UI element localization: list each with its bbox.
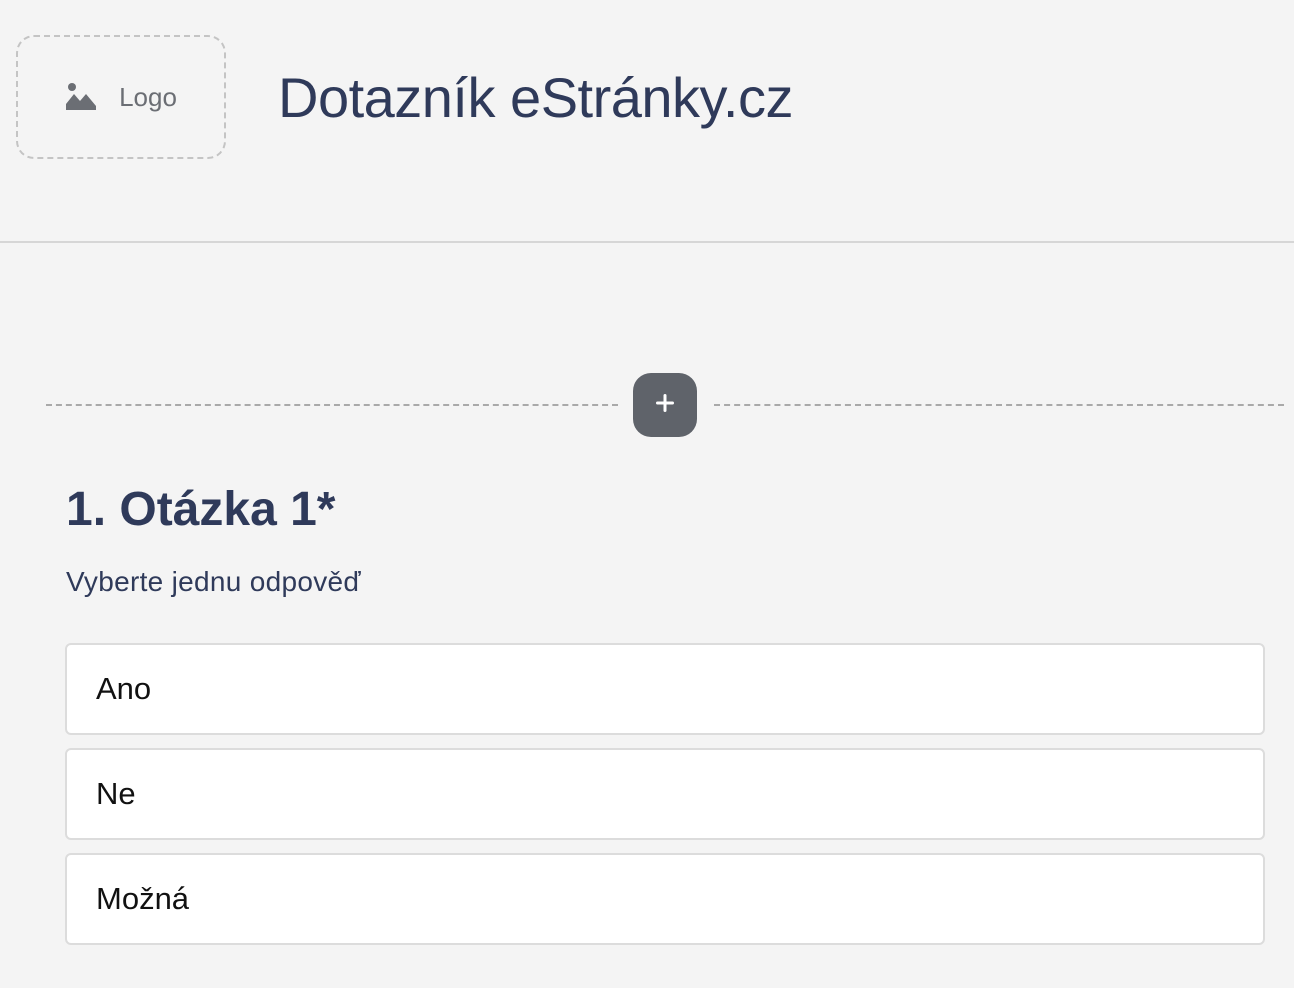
logo-placeholder[interactable]: Logo (16, 35, 226, 159)
add-block-button[interactable] (633, 373, 697, 437)
answer-options: Ano Ne Možná (65, 643, 1265, 958)
answer-option-label: Možná (96, 881, 190, 916)
answer-option[interactable]: Možná (65, 853, 1265, 945)
divider-dashed-left (46, 404, 618, 406)
answer-option[interactable]: Ne (65, 748, 1265, 840)
answer-option[interactable]: Ano (65, 643, 1265, 735)
question-hint: Vyberte jednu odpověď (66, 566, 361, 597)
page-title[interactable]: Dotazník eStránky.cz (278, 64, 793, 132)
add-block-row (46, 372, 1284, 438)
page-header: Logo Dotazník eStránky.cz (0, 0, 1294, 242)
image-icon (65, 82, 97, 112)
plus-icon (654, 392, 676, 419)
answer-option-label: Ano (96, 671, 152, 706)
question-title[interactable]: 1. Otázka 1* (66, 480, 335, 540)
divider-dashed-right (714, 404, 1284, 406)
logo-label: Logo (119, 81, 177, 112)
header-divider (0, 241, 1294, 243)
answer-option-label: Ne (96, 776, 136, 811)
